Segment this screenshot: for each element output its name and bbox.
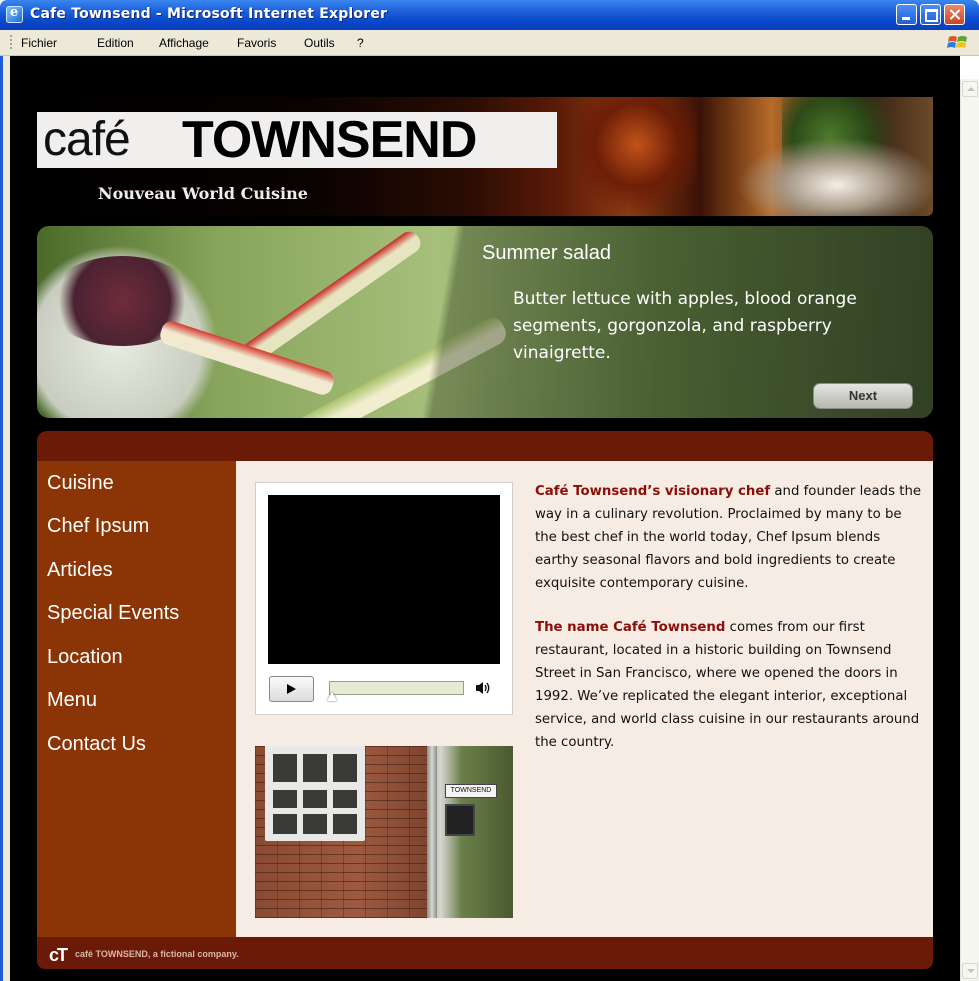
menu-file[interactable]: Fichier [21, 36, 57, 50]
feature-dish-panel: Summer salad Butter lettuce with apples,… [37, 226, 933, 418]
nav-item-articles[interactable]: Articles [47, 559, 113, 582]
minimize-button[interactable] [896, 4, 917, 25]
sidebar-nav: Cuisine Chef Ipsum Articles Special Even… [37, 461, 236, 937]
name-paragraph: The name Café Townsend comes from our fi… [535, 616, 927, 754]
street-sign: TOWNSEND [445, 784, 497, 798]
chef-paragraph-text: and founder leads the way in a culinary … [535, 484, 922, 591]
scroll-down-button[interactable] [962, 963, 978, 979]
ie-app-icon [6, 5, 23, 23]
feature-description: Butter lettuce with apples, blood orange… [513, 289, 857, 363]
menu-bar: Fichier Edition Affichage Favoris Outils… [0, 30, 979, 56]
banner-lamp-glow [577, 97, 697, 216]
page-top-strip [10, 56, 960, 79]
site-logo[interactable]: café TOWNSEND [37, 112, 557, 168]
logo-word-cafe: café [43, 113, 131, 166]
maximize-button[interactable] [920, 4, 941, 25]
pedestrian-signal [445, 804, 475, 836]
chef-paragraph-highlight: Café Townsend’s visionary chef [535, 484, 771, 499]
window-title: Cafe Townsend - Microsoft Internet Explo… [30, 6, 388, 22]
menu-favorites[interactable]: Favoris [237, 36, 276, 50]
toolbar-grip [10, 35, 12, 51]
menu-view[interactable]: Affichage [159, 36, 209, 50]
nav-item-location[interactable]: Location [47, 646, 123, 669]
play-button[interactable] [269, 676, 314, 702]
nav-item-chef-ipsum[interactable]: Chef Ipsum [47, 515, 149, 538]
footer-logo: cT [49, 945, 68, 965]
video-screen[interactable] [268, 495, 500, 664]
video-player [255, 482, 513, 715]
nav-item-special-events[interactable]: Special Events [47, 602, 179, 625]
name-paragraph-highlight: The name Café Townsend [535, 620, 726, 635]
footer-text: café TOWNSEND, a fictional company. [75, 949, 239, 959]
site-header-banner: café TOWNSEND Nouveau World Cuisine [37, 97, 933, 216]
townsend-street-photo: TOWNSEND [255, 746, 513, 918]
name-paragraph-text: comes from our first restaurant, located… [535, 620, 920, 750]
close-button[interactable] [944, 4, 965, 25]
menu-help[interactable]: ? [357, 36, 364, 50]
street-pole [427, 746, 437, 918]
window-frame-left [0, 56, 10, 981]
logo-word-townsend: TOWNSEND [182, 111, 477, 169]
vertical-scrollbar[interactable] [960, 79, 979, 981]
menu-edit[interactable]: Edition [97, 36, 134, 50]
nav-item-contact-us[interactable]: Contact Us [47, 733, 146, 756]
next-button[interactable]: Next [813, 383, 913, 409]
site-tagline: Nouveau World Cuisine [98, 184, 308, 203]
video-seek-bar[interactable] [329, 681, 464, 695]
scroll-up-button[interactable] [962, 81, 978, 97]
nav-item-cuisine[interactable]: Cuisine [47, 472, 114, 495]
feature-title: Summer salad [482, 242, 611, 264]
main-content: TOWNSEND Café Townsend’s visionary chef … [236, 461, 933, 937]
window-titlebar[interactable]: Cafe Townsend - Microsoft Internet Explo… [0, 0, 979, 30]
nav-item-menu[interactable]: Menu [47, 689, 97, 712]
chef-paragraph: Café Townsend’s visionary chef and found… [535, 480, 927, 595]
building-window [265, 746, 365, 841]
banner-tableware [737, 137, 933, 216]
site-footer: cT café TOWNSEND, a fictional company. [37, 937, 933, 969]
content-top-bar [37, 431, 933, 461]
volume-icon[interactable] [475, 681, 493, 695]
menu-tools[interactable]: Outils [304, 36, 335, 50]
windows-logo-icon [947, 36, 967, 48]
seek-handle[interactable] [327, 692, 337, 701]
